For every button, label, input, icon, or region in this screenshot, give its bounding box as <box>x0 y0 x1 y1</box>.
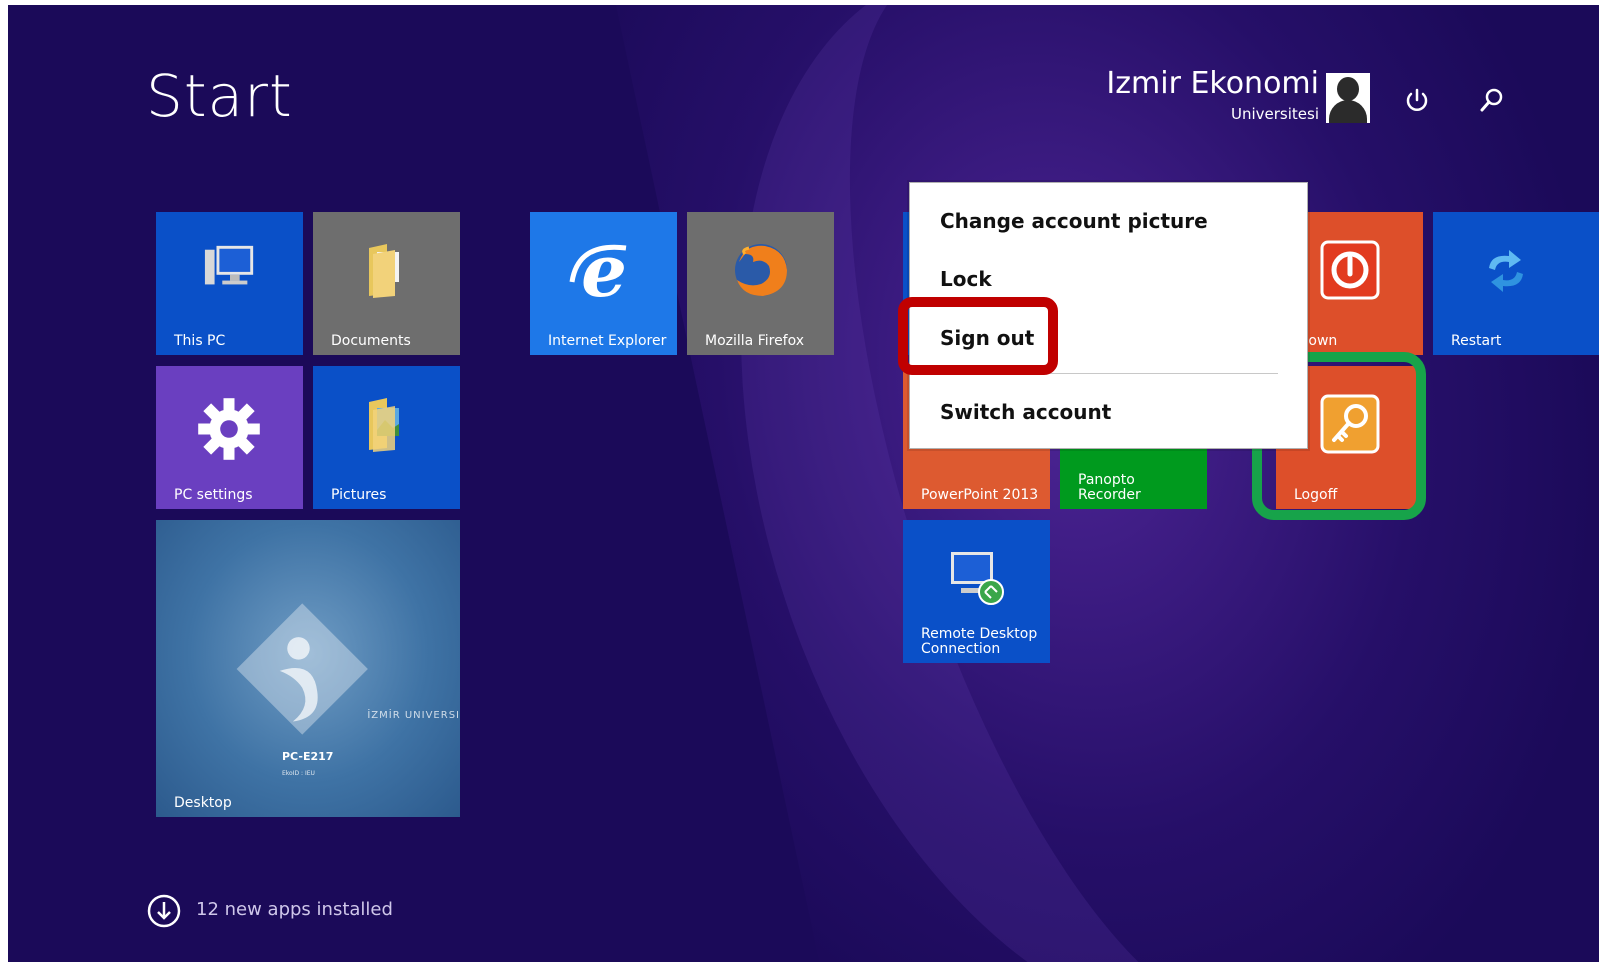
tile-label: This PC <box>174 333 226 349</box>
tile-restart[interactable]: Restart <box>1433 212 1599 355</box>
tile-label: Documents <box>331 333 411 349</box>
search-icon[interactable] <box>1477 85 1507 115</box>
folder-icon <box>369 244 399 298</box>
power-icon[interactable] <box>1402 85 1432 115</box>
gear-icon <box>198 398 260 460</box>
tile-desktop[interactable]: İZMİR UNIVERSI PC-E217 EkoID : IEU Deskt… <box>156 520 460 817</box>
new-apps-installed-link[interactable]: 12 new apps installed <box>196 899 393 920</box>
page-title: Start <box>146 62 293 130</box>
pictures-folder-icon <box>369 398 399 452</box>
tile-remote-desktop[interactable]: Remote Desktop Connection <box>903 520 1050 663</box>
shutdown-icon <box>1320 240 1380 300</box>
computer-icon <box>204 245 254 285</box>
tile-pc-settings[interactable]: PC settings <box>156 366 303 509</box>
user-organization[interactable]: Universitesi <box>1231 105 1319 123</box>
tile-label: Mozilla Firefox <box>705 333 805 349</box>
tile-label: Internet Explorer <box>548 333 667 349</box>
restart-icon <box>1489 250 1523 292</box>
tile-pictures[interactable]: Pictures <box>313 366 460 509</box>
university-logo-icon <box>236 603 368 735</box>
tile-documents[interactable]: Documents <box>313 212 460 355</box>
tile-mozilla-firefox[interactable]: Mozilla Firefox <box>687 212 834 355</box>
firefox-icon <box>735 244 787 296</box>
tile-label: Restart <box>1451 333 1502 349</box>
tile-this-pc[interactable]: This PC <box>156 212 303 355</box>
arrow-down-circle-icon[interactable] <box>147 894 181 928</box>
tile-label: PC settings <box>174 487 253 503</box>
internet-explorer-icon: e <box>569 236 627 306</box>
tile-label: PowerPoint 2013 <box>921 487 1039 503</box>
desktop-university-text: İZMİR UNIVERSI <box>367 710 460 721</box>
avatar[interactable] <box>1326 73 1370 123</box>
tile-label: Remote Desktop Connection <box>921 626 1038 657</box>
remote-desktop-icon <box>951 552 1004 605</box>
desktop-pc-name: PC-E217 <box>282 750 334 763</box>
menu-item-change-account-picture[interactable]: Change account picture <box>940 209 1208 233</box>
sign-out-highlight-box <box>898 297 1058 375</box>
menu-item-lock[interactable]: Lock <box>940 267 992 291</box>
user-name[interactable]: Izmir Ekonomi <box>1106 66 1319 101</box>
tile-internet-explorer[interactable]: e Internet Explorer <box>530 212 677 355</box>
tile-label: Panopto Recorder <box>1078 472 1141 503</box>
tile-label: Desktop <box>174 795 232 811</box>
menu-item-switch-account[interactable]: Switch account <box>940 400 1111 424</box>
tile-label: Pictures <box>331 487 387 503</box>
desktop-pc-sub: EkoID : IEU <box>282 770 315 777</box>
